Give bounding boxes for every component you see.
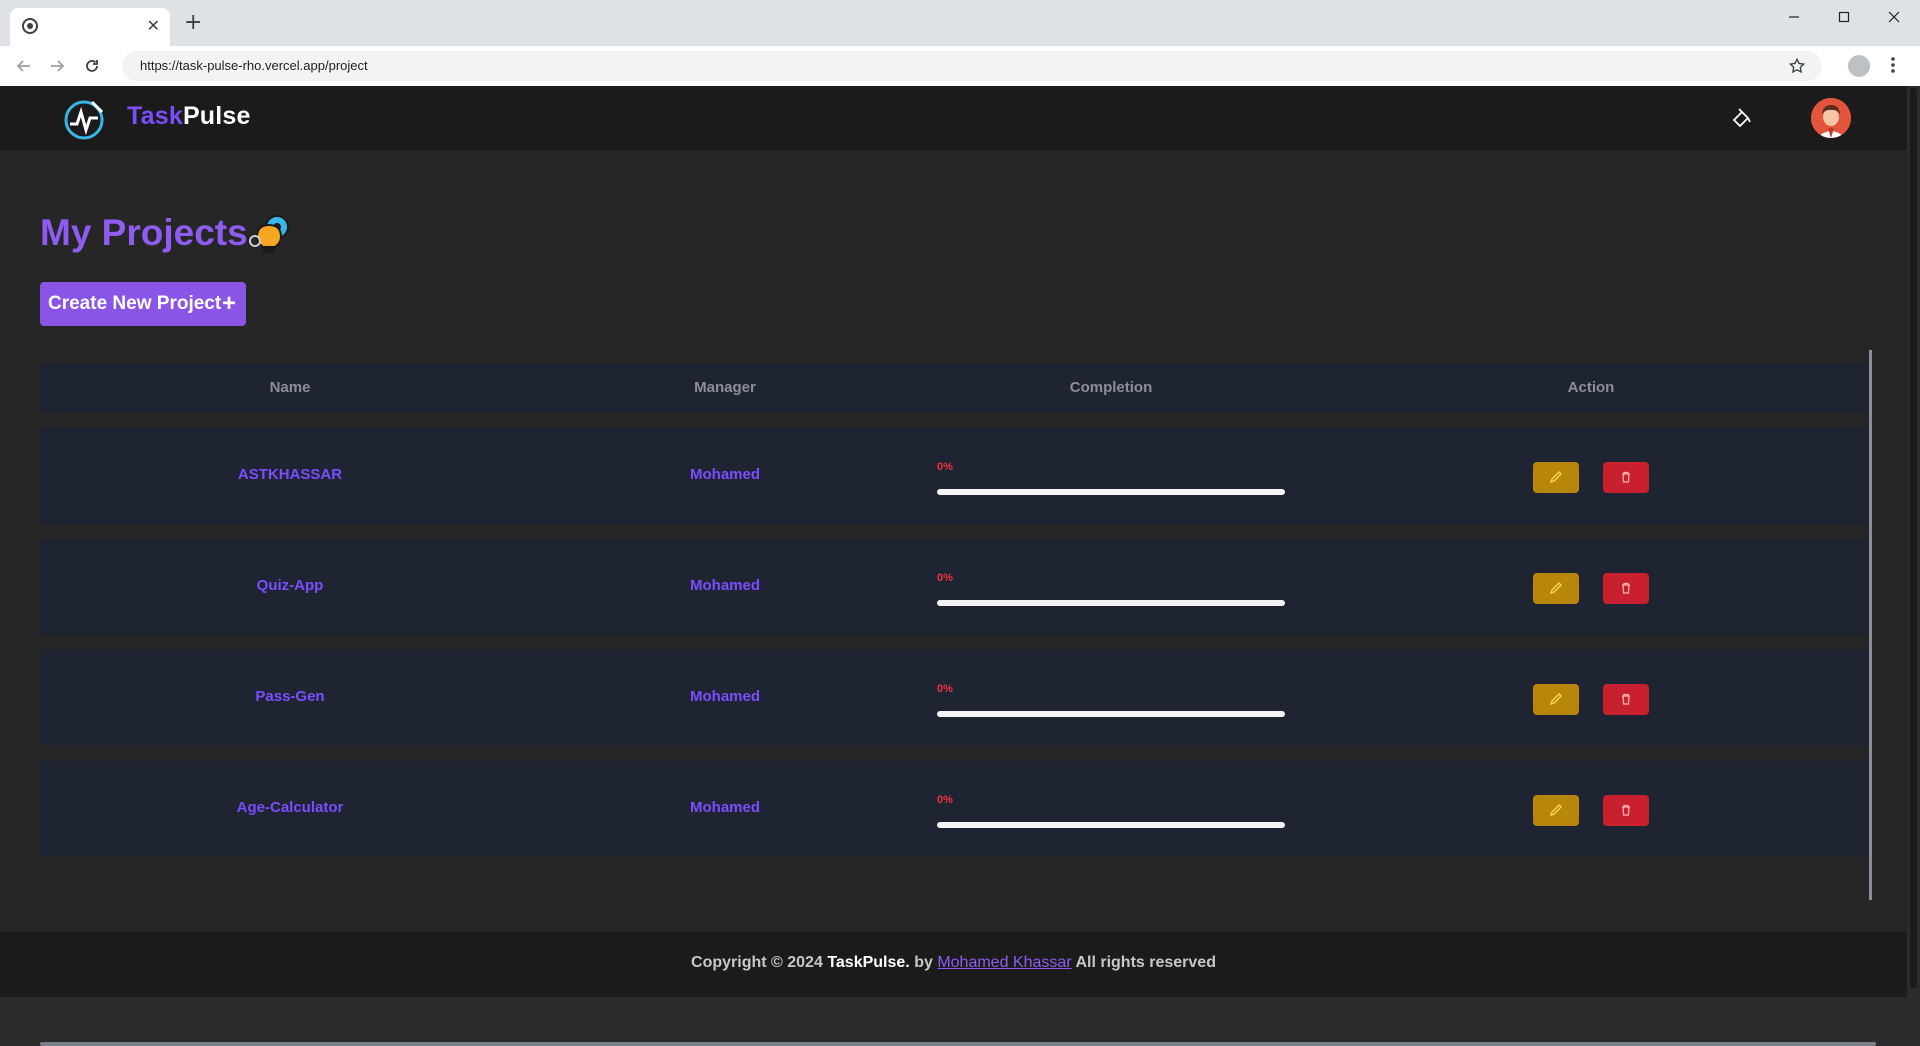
footer-text: Copyright © 2024 TaskPulse. by Mohamed K…	[0, 954, 1907, 972]
brand-part-pulse: Pulse	[182, 102, 251, 130]
project-name[interactable]: Quiz-App	[257, 577, 324, 594]
author-link[interactable]: Mohamed Khassar	[937, 954, 1071, 971]
completion-percent: 0%	[937, 794, 953, 806]
maximize-button[interactable]	[1821, 4, 1867, 32]
main-content: My Projects Create New Project + Name Ma…	[0, 150, 1907, 1046]
project-manager: Mohamed	[689, 466, 761, 483]
browser-profile-icon[interactable]	[1848, 55, 1870, 77]
project-manager: Mohamed	[689, 799, 761, 816]
edit-button[interactable]	[1533, 795, 1579, 826]
rights-text: All rights reserved	[1075, 954, 1216, 971]
table-header: Name Manager Completion Action	[40, 364, 1872, 412]
completion-percent: 0%	[937, 461, 953, 473]
create-project-button[interactable]: Create New Project +	[40, 282, 246, 326]
table-row: Quiz-App Mohamed 0%	[40, 539, 1872, 635]
completion-percent: 0%	[937, 683, 953, 695]
edit-button[interactable]	[1533, 462, 1579, 493]
create-project-label: Create New Project	[48, 293, 222, 314]
footer-by: by	[914, 954, 933, 971]
url-text: https://task-pulse-rho.vercel.app/projec…	[140, 58, 368, 73]
completion-percent: 0%	[937, 572, 953, 584]
project-name[interactable]: ASTKHASSAR	[238, 466, 342, 483]
browser-tab[interactable]: ✕	[10, 8, 170, 46]
project-manager: Mohamed	[689, 577, 761, 594]
page-title: My Projects	[40, 212, 248, 253]
column-header-completion: Completion	[1069, 379, 1153, 396]
footer-brand: TaskPulse.	[827, 954, 910, 971]
table-row: Age-Calculator Mohamed 0%	[40, 761, 1872, 857]
forward-arrow-icon[interactable]	[47, 56, 67, 76]
reload-icon[interactable]	[82, 56, 102, 76]
edit-button[interactable]	[1533, 684, 1579, 715]
delete-button[interactable]	[1603, 462, 1649, 493]
brand-part-task: Task	[127, 102, 183, 130]
chrome-favicon-icon	[22, 18, 38, 38]
theme-toggle-icon[interactable]	[1730, 106, 1754, 130]
plus-icon: +	[221, 290, 236, 317]
progress-bar	[937, 489, 1285, 495]
table-scrollbar-horizontal[interactable]	[40, 1042, 1876, 1046]
taskpulse-logo-icon[interactable]	[62, 98, 106, 140]
column-header-manager: Manager	[694, 379, 756, 396]
delete-button[interactable]	[1603, 795, 1649, 826]
browser-menu-icon[interactable]	[1890, 56, 1896, 78]
projects-table: Name Manager Completion Action ASTKHASSA…	[40, 350, 1876, 1046]
project-manager: Mohamed	[689, 688, 761, 705]
column-header-action: Action	[1567, 379, 1615, 396]
delete-button[interactable]	[1603, 573, 1649, 604]
brand-name[interactable]: TaskPulse	[127, 102, 251, 131]
project-name[interactable]: Pass-Gen	[255, 688, 324, 705]
copyright-text: Copyright © 2024	[691, 954, 823, 971]
project-name[interactable]: Age-Calculator	[237, 799, 344, 816]
user-avatar[interactable]	[1811, 98, 1851, 138]
column-header-name: Name	[269, 379, 311, 396]
footer: Copyright © 2024 TaskPulse. by Mohamed K…	[0, 932, 1907, 997]
back-arrow-icon[interactable]	[14, 56, 34, 76]
close-window-button[interactable]	[1871, 4, 1917, 32]
lightbulb-gear-icon	[247, 211, 295, 259]
edit-button[interactable]	[1533, 573, 1579, 604]
tab-close-icon[interactable]: ✕	[147, 16, 160, 36]
new-tab-button[interactable]: +	[184, 12, 202, 34]
page-scrollbar[interactable]	[1907, 86, 1920, 997]
progress-bar	[937, 600, 1285, 606]
progress-bar	[937, 711, 1285, 717]
table-scrollbar-vertical[interactable]	[1869, 350, 1872, 900]
bookmark-star-icon[interactable]	[1788, 57, 1806, 79]
browser-toolbar: https://task-pulse-rho.vercel.app/projec…	[0, 46, 1920, 87]
table-row: ASTKHASSAR Mohamed 0%	[40, 428, 1872, 524]
table-row: Pass-Gen Mohamed 0%	[40, 650, 1872, 746]
delete-button[interactable]	[1603, 684, 1649, 715]
minimize-button[interactable]	[1771, 4, 1817, 32]
progress-bar	[937, 822, 1285, 828]
address-bar[interactable]: https://task-pulse-rho.vercel.app/projec…	[122, 51, 1822, 81]
app-header: TaskPulse	[0, 86, 1920, 150]
browser-tabstrip: ✕ +	[0, 0, 1920, 46]
